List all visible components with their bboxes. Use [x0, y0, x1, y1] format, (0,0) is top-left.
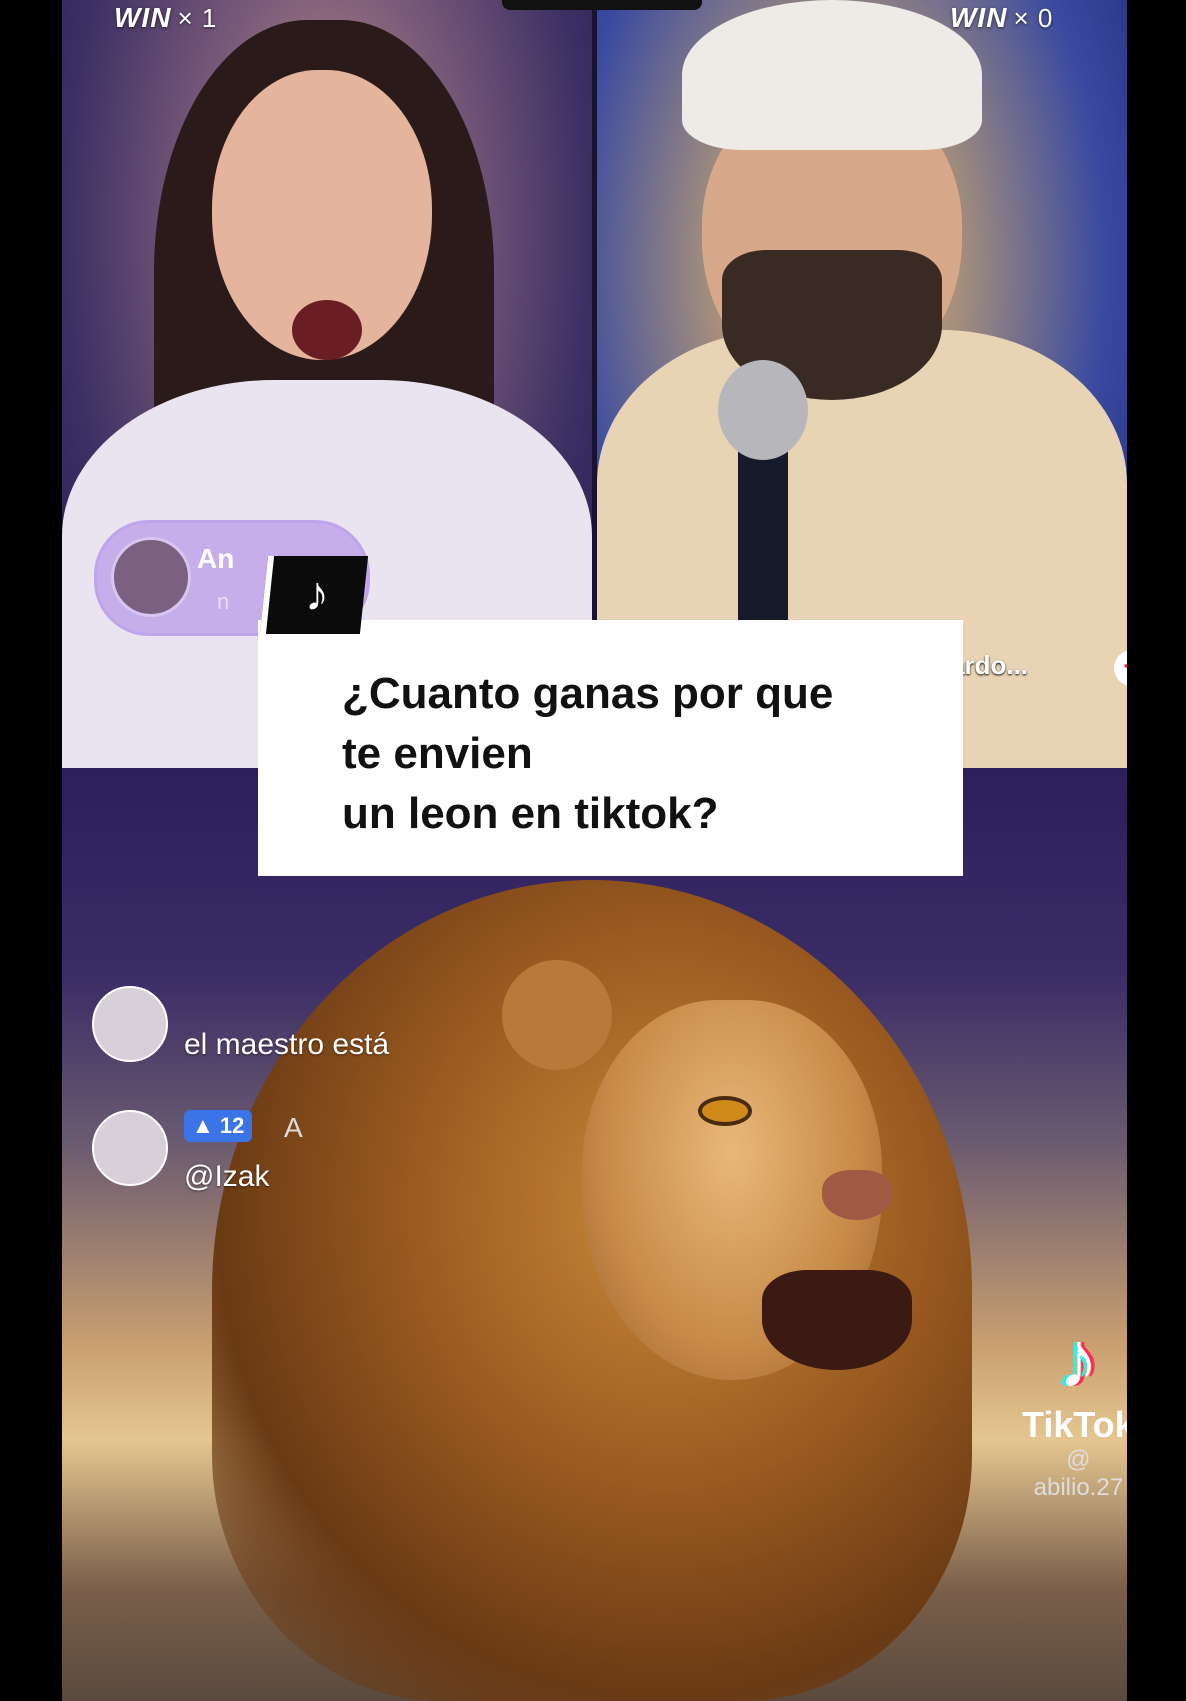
level-badge: ▲ 12 — [184, 1110, 253, 1142]
win-label: WIN — [950, 2, 1008, 33]
commenter-avatar — [92, 986, 168, 1062]
watermark-brand: TikTok — [1022, 1404, 1127, 1445]
watermark-username: @ abilio.27 — [1033, 1446, 1124, 1501]
level-number: 12 — [219, 1113, 245, 1138]
chat-comment: el maestro está — [92, 986, 592, 1066]
win-label: WIN — [114, 2, 172, 33]
gifter-name: An — [197, 543, 235, 574]
commenter-name: A — [284, 1112, 303, 1143]
lion-mouth — [762, 1270, 912, 1370]
microphone-handle — [738, 440, 788, 640]
lion-eye — [702, 1100, 748, 1122]
caption-text: ¿Cuanto ganas por que te envien un leon … — [342, 669, 834, 838]
lion-nose — [822, 1170, 892, 1220]
chat-comment: ▲ 12 A @Izak — [92, 1110, 592, 1193]
tiktok-logo-icon: ♪ — [1058, 1315, 1099, 1404]
host-mouth — [292, 300, 362, 360]
comment-text: @Izak — [184, 1160, 270, 1193]
tiktok-icon: ♪ — [259, 556, 369, 634]
tiktok-watermark: ♪ TikTok @ abilio.27 — [1022, 1320, 1127, 1502]
microphone-icon — [718, 360, 808, 460]
win-count: × 1 — [177, 3, 218, 33]
caption-card: ¿Cuanto ganas por que te envien un leon … — [258, 620, 963, 876]
top-notch — [502, 0, 702, 10]
gifter-avatar — [111, 537, 191, 617]
commenter-avatar — [92, 1110, 168, 1186]
win-counter-left: WIN × 1 — [114, 2, 217, 34]
guest-cap — [682, 0, 982, 150]
comment-text: el maestro está — [184, 1028, 390, 1061]
win-count: × 0 — [1013, 3, 1054, 33]
gift-subtext: n — [217, 589, 230, 614]
win-counter-right: WIN × 0 — [950, 2, 1053, 34]
